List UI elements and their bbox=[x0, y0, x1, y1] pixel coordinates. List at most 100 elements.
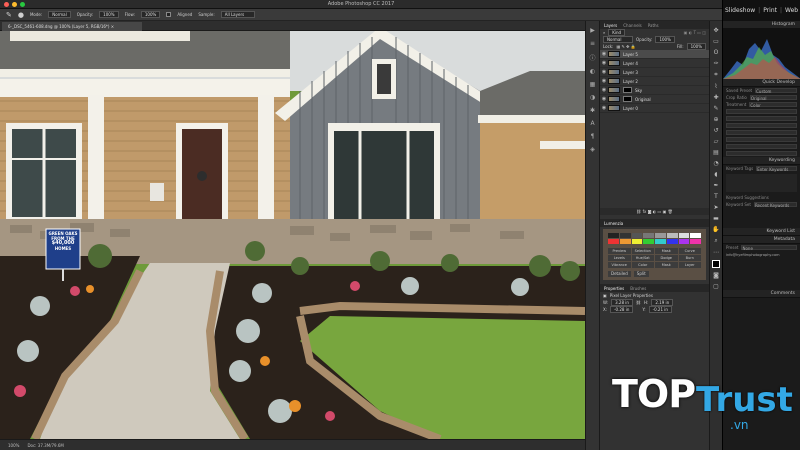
eraser-tool-icon[interactable]: ▱ bbox=[714, 138, 719, 145]
filter-icons[interactable]: ▣ ◐ T ▭ ◫ bbox=[684, 30, 706, 35]
lumenzia-button[interactable]: Preview bbox=[608, 248, 631, 254]
tab-paths[interactable]: Paths bbox=[648, 23, 659, 28]
screen-mode-icon[interactable]: ▢ bbox=[713, 283, 719, 290]
layer-name[interactable]: Layer 5 bbox=[623, 52, 638, 57]
treatment-select[interactable]: Color bbox=[749, 102, 797, 108]
exposure-field[interactable] bbox=[726, 130, 797, 135]
navigator-icon[interactable]: ◈ bbox=[590, 146, 595, 153]
color-icon[interactable]: ◐ bbox=[590, 68, 595, 75]
styles-icon[interactable]: ✱ bbox=[590, 107, 595, 114]
tab-layers[interactable]: Layers bbox=[604, 23, 617, 28]
module-print[interactable]: Print bbox=[763, 7, 777, 14]
crop-tool-icon[interactable]: ⌗ bbox=[714, 71, 717, 79]
contrast-field[interactable] bbox=[726, 137, 797, 142]
move-tool-icon[interactable]: ✥ bbox=[713, 27, 718, 34]
layer-name[interactable]: Layer 3 bbox=[623, 70, 638, 75]
zone-swatch[interactable] bbox=[631, 239, 643, 244]
temperature-field[interactable] bbox=[726, 116, 797, 121]
zone-swatch[interactable] bbox=[619, 239, 631, 244]
visibility-eye-icon[interactable]: ◉ bbox=[600, 105, 608, 111]
zone-swatch[interactable] bbox=[690, 239, 701, 244]
module-slideshow[interactable]: Slideshow bbox=[725, 7, 755, 14]
mode-select[interactable]: Normal bbox=[48, 11, 71, 18]
kind-filter-select[interactable]: Kind bbox=[608, 29, 626, 36]
document-tab[interactable]: 6-_DSC_5461-608.dng @ 100% (Layer 5, RGB… bbox=[2, 22, 142, 31]
visibility-eye-icon[interactable]: ◉ bbox=[600, 60, 608, 66]
zone-swatch[interactable] bbox=[690, 233, 701, 238]
lumenzia-button[interactable]: Dodge bbox=[655, 255, 678, 261]
zoom-tool-icon[interactable]: ⌕ bbox=[714, 237, 717, 245]
clone-stamp-tool-icon[interactable]: ✎ bbox=[6, 11, 12, 19]
lumenzia-button[interactable]: Color bbox=[631, 262, 654, 268]
zone-swatch[interactable] bbox=[678, 233, 690, 238]
color-swatches-icon[interactable] bbox=[712, 260, 720, 268]
swatches-icon[interactable]: ▦ bbox=[590, 81, 596, 88]
blur-tool-icon[interactable]: ◔ bbox=[713, 160, 718, 167]
metadata-preset-select[interactable]: None bbox=[741, 245, 797, 251]
layer-row[interactable]: ◉ Layer 4 bbox=[600, 59, 709, 68]
zone-swatch[interactable] bbox=[666, 239, 678, 244]
saved-preset-select[interactable]: Custom bbox=[755, 88, 797, 94]
marquee-tool-icon[interactable]: ▭ bbox=[713, 38, 719, 45]
tint-field[interactable] bbox=[726, 123, 797, 128]
info-icon[interactable]: ⓘ bbox=[589, 53, 595, 62]
dodge-tool-icon[interactable]: ◖ bbox=[714, 171, 717, 178]
keyword-set-select[interactable]: Recent Keywords bbox=[753, 202, 797, 208]
actions-icon[interactable]: ≡ bbox=[590, 40, 595, 47]
type-tool-icon[interactable]: T bbox=[714, 193, 718, 200]
lumenzia-split-button[interactable]: Split bbox=[633, 271, 649, 277]
w-input[interactable]: 3.28 in bbox=[611, 299, 633, 306]
visibility-eye-icon[interactable]: ◉ bbox=[600, 78, 608, 84]
h-input[interactable]: 2.19 in bbox=[651, 299, 674, 306]
zone-swatch[interactable] bbox=[608, 239, 619, 244]
link-icon[interactable]: ⛓ bbox=[636, 300, 641, 305]
aligned-checkbox[interactable] bbox=[166, 12, 172, 17]
lumenzia-button[interactable]: Vibrance bbox=[608, 262, 631, 268]
keyword-list-header[interactable]: Keyword List bbox=[723, 228, 800, 236]
layer-row[interactable]: ◉ Layer 3 bbox=[600, 68, 709, 77]
lumenzia-button[interactable]: Hue/Sat bbox=[631, 255, 654, 261]
layer-footer-icons[interactable]: ⛓ fx ◙ ◐ ▭ ▣ 🗑 bbox=[636, 209, 673, 214]
lumenzia-button[interactable]: Levels bbox=[608, 255, 631, 261]
layer-row[interactable]: ◉ Layer 2 bbox=[600, 77, 709, 86]
visibility-eye-icon[interactable]: ◉ bbox=[600, 87, 608, 93]
zone-swatch[interactable] bbox=[678, 239, 690, 244]
lock-icons[interactable]: ▦ ✎ ✥ 🔒 bbox=[616, 44, 635, 49]
y-input[interactable]: -0.21 in bbox=[648, 306, 672, 313]
keyword-entry-area[interactable] bbox=[726, 174, 797, 192]
zone-swatch[interactable] bbox=[643, 233, 654, 238]
visibility-eye-icon[interactable]: ◉ bbox=[600, 96, 608, 102]
layer-opacity-input[interactable]: 100% bbox=[655, 36, 675, 43]
image-canvas[interactable]: GREEN OAKS FROM THE $40,000 HOMES bbox=[0, 31, 585, 439]
visibility-eye-icon[interactable]: ◉ bbox=[600, 51, 608, 57]
x-input[interactable]: -0.28 in bbox=[610, 306, 634, 313]
quick-mask-icon[interactable]: ◙ bbox=[713, 272, 719, 279]
history-brush-tool-icon[interactable]: ↺ bbox=[713, 127, 718, 134]
layer-row[interactable]: ◉ Layer 0 bbox=[600, 104, 709, 113]
paragraph-icon[interactable]: ¶ bbox=[591, 133, 595, 140]
healing-tool-icon[interactable]: ✚ bbox=[713, 94, 718, 101]
comments-header[interactable]: Comments bbox=[723, 290, 800, 298]
white-balance-field[interactable] bbox=[726, 109, 797, 114]
tab-properties[interactable]: Properties bbox=[604, 286, 624, 291]
tab-brushes[interactable]: Brushes bbox=[630, 286, 646, 291]
metadata-header[interactable]: Metadata bbox=[723, 236, 800, 244]
more-tools-icon[interactable]: ⋯ bbox=[713, 249, 719, 256]
clone-tool-icon[interactable]: ⊕ bbox=[713, 116, 718, 123]
blend-mode-select[interactable]: Normal bbox=[603, 36, 633, 43]
lumenzia-button[interactable]: Curve bbox=[678, 248, 701, 254]
gradient-tool-icon[interactable]: ▤ bbox=[713, 149, 719, 156]
quick-select-tool-icon[interactable]: ✑ bbox=[713, 60, 718, 67]
lumenzia-button[interactable]: Mask bbox=[655, 248, 678, 254]
fill-input[interactable]: 100% bbox=[686, 43, 706, 50]
layer-mask-thumbnail[interactable] bbox=[623, 96, 632, 102]
character-icon[interactable]: A bbox=[590, 120, 594, 127]
layer-name[interactable]: Layer 2 bbox=[623, 79, 638, 84]
zone-swatch[interactable] bbox=[655, 239, 666, 244]
adjustments-icon[interactable]: ◑ bbox=[590, 94, 595, 101]
layer-mask-thumbnail[interactable] bbox=[623, 87, 632, 93]
zoom-level[interactable]: 100% bbox=[8, 443, 19, 448]
flow-input[interactable]: 100% bbox=[140, 11, 161, 18]
zone-swatch[interactable] bbox=[655, 233, 666, 238]
history-icon[interactable]: ▶ bbox=[590, 27, 595, 34]
